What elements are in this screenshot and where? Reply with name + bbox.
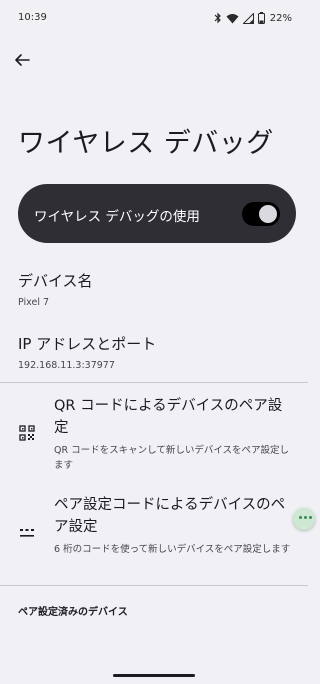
qr-code-scanner-icon (18, 424, 36, 442)
ip-address-value: 192.168.11.3:37977 (18, 360, 115, 371)
status-time: 10:39 (18, 12, 47, 23)
wireless-debugging-toggle-label: ワイヤレス デバッグの使用 (34, 209, 200, 225)
wireless-debugging-toggle-card[interactable]: ワイヤレス デバッグの使用 (18, 184, 296, 243)
status-icons: 22% (214, 11, 292, 25)
device-name-preference[interactable]: デバイス名 Pixel 7 (18, 270, 93, 308)
paired-devices-header: ペア設定済みのデバイス (18, 607, 128, 618)
pair-with-qr-code-text: QR コードによるデバイスのペア設定 QR コードをスキャンして新しいデバイスを… (54, 395, 294, 473)
more-dots-icon (299, 516, 312, 519)
divider (0, 382, 308, 383)
wifi-icon (226, 13, 239, 23)
divider (0, 585, 308, 586)
pair-with-qr-code-summary: QR コードをスキャンして新しいデバイスをペア設定します (54, 445, 290, 471)
floating-bubble-button[interactable] (293, 508, 315, 530)
battery-percentage: 22% (269, 12, 292, 24)
pair-with-code-text: ペア設定コードによるデバイスのペア設定 6 桁のコードを使って新しいデバイスをペ… (54, 494, 294, 557)
device-name-value: Pixel 7 (18, 297, 50, 308)
switch-thumb (259, 205, 277, 223)
back-button[interactable] (10, 48, 34, 72)
pair-with-qr-code-title: QR コードによるデバイスのペア設定 (54, 398, 283, 436)
battery-icon (257, 12, 265, 24)
ip-address-preference[interactable]: IP アドレスとポート 192.168.11.3:37977 (18, 333, 156, 371)
ip-address-title: IP アドレスとポート (18, 335, 157, 353)
cell-signal-icon (242, 12, 254, 24)
pair-with-code-title: ペア設定コードによるデバイスのペア設定 (54, 497, 286, 535)
pair-with-qr-code-row[interactable]: QR コードによるデバイスのペア設定 QR コードをスキャンして新しいデバイスを… (0, 395, 308, 479)
dialpad-icon (18, 524, 36, 542)
pair-with-code-row[interactable]: ペア設定コードによるデバイスのペア設定 6 桁のコードを使って新しいデバイスをペ… (0, 494, 308, 578)
pair-with-code-summary: 6 桁のコードを使って新しいデバイスをペア設定します (54, 544, 291, 555)
page-title: ワイヤレス デバッグ (18, 128, 274, 159)
home-indicator[interactable] (113, 674, 195, 677)
status-bar: 10:39 22% (0, 0, 308, 36)
wireless-debugging-switch[interactable] (242, 202, 280, 226)
bluetooth-icon (214, 12, 221, 24)
device-name-title: デバイス名 (18, 272, 93, 290)
arrow-back-icon (15, 54, 30, 66)
